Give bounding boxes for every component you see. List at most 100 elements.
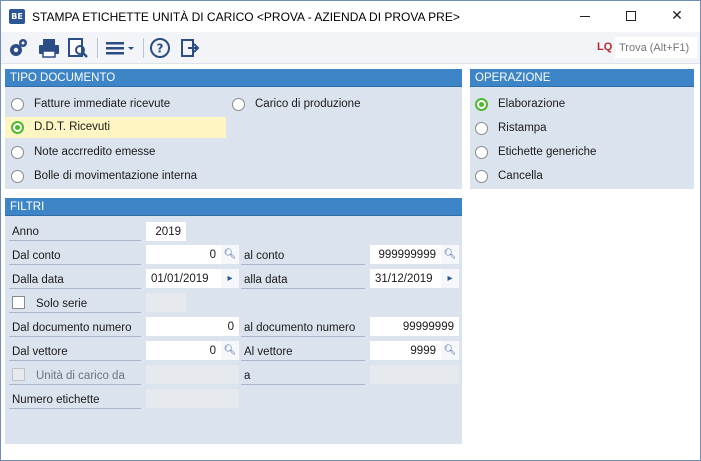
label-underline — [241, 288, 365, 289]
radio-label: Etichette generiche — [498, 146, 597, 158]
radio-elaborazione[interactable]: Elaborazione — [475, 94, 565, 114]
toolbar-separator — [143, 38, 144, 58]
unita-carico-label: Unità di carico da — [36, 370, 125, 382]
label-underline — [241, 360, 365, 361]
radio-label: Elaborazione — [498, 98, 566, 110]
dalla-data-picker-button[interactable]: ▸ — [221, 269, 239, 288]
magnifier-icon: 🔍︎ — [223, 345, 237, 356]
dalla-data-label: Dalla data — [12, 274, 64, 286]
solo-serie-field — [146, 293, 186, 312]
dal-vettore-field[interactable]: 0 — [146, 341, 221, 360]
dal-vettore-search-button[interactable]: 🔍︎ — [221, 341, 239, 360]
a-label: a — [244, 370, 251, 382]
minimize-icon — [580, 15, 590, 17]
radio-button[interactable] — [475, 145, 488, 159]
close-button[interactable]: ✕ — [654, 1, 700, 32]
print-icon[interactable] — [37, 37, 61, 59]
magnifier-icon: 🔍︎ — [443, 345, 457, 356]
label-underline — [9, 240, 141, 241]
exit-icon[interactable] — [179, 37, 201, 59]
settings-icon[interactable] — [7, 37, 29, 59]
maximize-icon — [626, 11, 636, 21]
al-documento-label: al documento numero — [244, 322, 356, 334]
title-bar: BE STAMPA ETICHETTE UNITÀ DI CARICO <PRO… — [1, 1, 700, 32]
radio-cancella[interactable]: Cancella — [475, 166, 543, 186]
arrow-right-icon: ▸ — [447, 273, 453, 284]
label-underline — [9, 384, 141, 385]
magnifier-icon: 🔍︎ — [443, 249, 457, 260]
dal-documento-field[interactable]: 0 — [146, 317, 239, 336]
menu-icon[interactable] — [104, 37, 136, 59]
radio-button[interactable] — [475, 121, 488, 135]
app-window: BE STAMPA ETICHETTE UNITÀ DI CARICO <PRO… — [0, 0, 701, 461]
radio-button[interactable] — [11, 169, 24, 183]
al-vettore-label: Al vettore — [244, 346, 293, 358]
radio-button-selected[interactable] — [11, 120, 24, 134]
radio-label: Note accrredito emesse — [34, 146, 156, 158]
dalla-data-field[interactable]: 01/01/2019 — [146, 269, 221, 288]
print-preview-icon[interactable] — [66, 37, 90, 59]
maximize-button[interactable] — [608, 1, 654, 32]
search-input[interactable] — [615, 37, 697, 58]
radio-button[interactable] — [232, 97, 245, 111]
label-underline — [241, 264, 365, 265]
window-title: STAMPA ETICHETTE UNITÀ DI CARICO <PROVA … — [32, 10, 460, 24]
arrow-right-icon: ▸ — [227, 273, 233, 284]
radio-label: Carico di produzione — [255, 98, 361, 110]
dal-conto-search-button[interactable]: 🔍︎ — [221, 245, 239, 264]
dal-documento-label: Dal documento numero — [12, 322, 132, 334]
radio-etichette-generiche[interactable]: Etichette generiche — [475, 142, 596, 162]
unita-carico-checkbox — [12, 368, 25, 381]
radio-fatture-immediate[interactable]: Fatture immediate ricevute — [11, 94, 170, 114]
toolbar-separator — [97, 38, 98, 58]
dal-conto-field[interactable]: 0 — [146, 245, 221, 264]
label-underline — [241, 384, 365, 385]
radio-label: Cancella — [498, 170, 543, 182]
alla-data-field[interactable]: 31/12/2019 — [370, 269, 441, 288]
alla-data-label: alla data — [244, 274, 288, 286]
label-underline — [241, 336, 365, 337]
a-field — [370, 365, 459, 384]
app-icon: BE — [9, 9, 25, 24]
radio-ristampa[interactable]: Ristampa — [475, 118, 547, 138]
numero-etichette-label: Numero etichette — [12, 394, 100, 406]
al-vettore-search-button[interactable]: 🔍︎ — [441, 341, 459, 360]
alla-data-picker-button[interactable]: ▸ — [441, 269, 459, 288]
label-underline — [9, 336, 141, 337]
al-documento-field[interactable]: 99999999 — [370, 317, 459, 336]
tipo-documento-header: TIPO DOCUMENTO — [5, 69, 462, 87]
close-icon: ✕ — [671, 8, 683, 24]
label-underline — [9, 312, 141, 313]
solo-serie-checkbox[interactable] — [12, 296, 25, 309]
al-conto-label: al conto — [244, 250, 285, 262]
dal-conto-label: Dal conto — [12, 250, 61, 262]
radio-button[interactable] — [11, 145, 24, 159]
radio-button[interactable] — [11, 97, 24, 111]
al-conto-field[interactable]: 999999999 — [370, 245, 441, 264]
help-icon[interactable]: ? — [149, 37, 171, 59]
radio-button[interactable] — [475, 169, 488, 183]
radio-label: Fatture immediate ricevute — [34, 98, 171, 110]
search-prefix: LQ — [597, 41, 613, 53]
label-underline — [9, 408, 141, 409]
radio-label: Bolle di movimentazione interna — [34, 170, 198, 182]
anno-field[interactable]: 2019 — [146, 222, 186, 241]
label-underline — [9, 360, 141, 361]
svg-text:?: ? — [157, 42, 164, 56]
radio-carico-produzione[interactable]: Carico di produzione — [232, 94, 360, 114]
al-vettore-field[interactable]: 9999 — [370, 341, 441, 360]
numero-etichette-field — [146, 389, 239, 408]
radio-button-selected[interactable] — [475, 97, 488, 111]
solo-serie-label: Solo serie — [36, 298, 88, 310]
radio-note-accredito[interactable]: Note accrredito emesse — [11, 142, 155, 162]
unita-carico-field — [146, 365, 239, 384]
filtri-header: FILTRI — [5, 198, 462, 216]
radio-ddt-ricevuti[interactable]: D.D.T. Ricevuti — [11, 117, 110, 137]
minimize-button[interactable] — [562, 1, 608, 32]
anno-label: Anno — [12, 226, 39, 238]
radio-label: Ristampa — [498, 122, 547, 134]
al-conto-search-button[interactable]: 🔍︎ — [441, 245, 459, 264]
radio-bolle-movimentazione[interactable]: Bolle di movimentazione interna — [11, 166, 197, 186]
radio-label: D.D.T. Ricevuti — [34, 121, 111, 133]
toolbar: ? LQ — [1, 32, 700, 64]
